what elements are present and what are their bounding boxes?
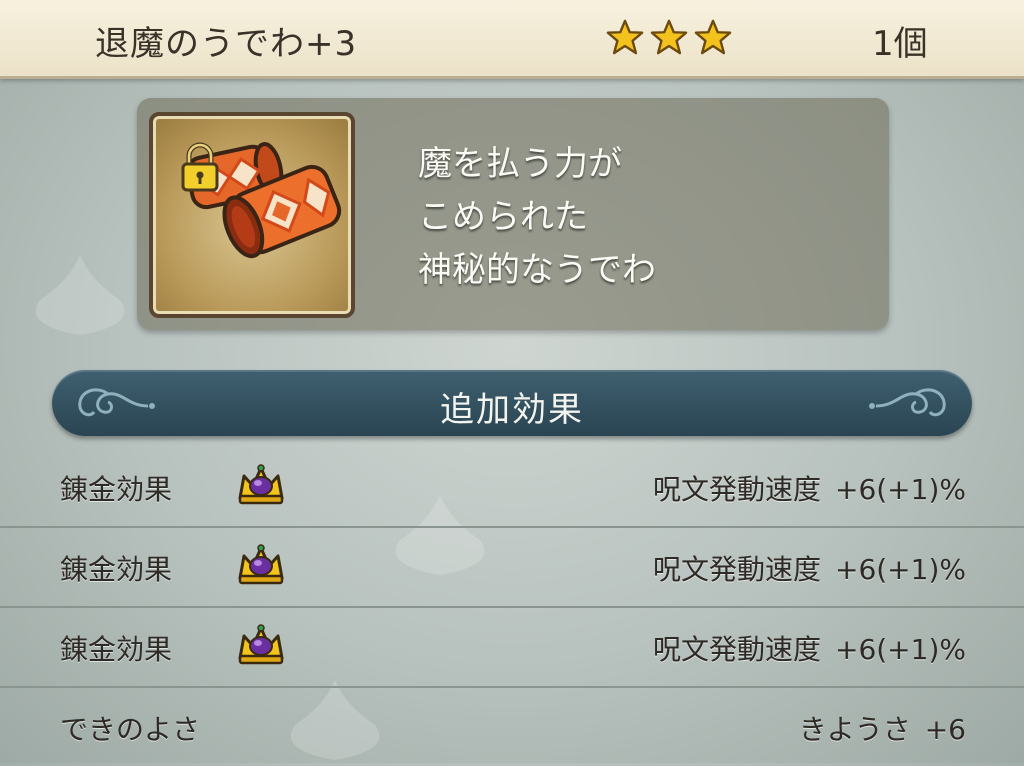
description-line: 魔を払う力が [418, 144, 622, 184]
item-description: 魔を払う力が こめられた 神秘的なうでわ [418, 138, 858, 297]
quality-row: できのよさ きようさ +6 [0, 686, 1024, 766]
lock-icon [181, 142, 219, 192]
effect-stat: 呪文発動速度 +6(+1)% [653, 468, 966, 508]
description-line: こめられた [418, 197, 588, 237]
section-title: 追加効果 [440, 390, 584, 430]
description-line: 神秘的なうでわ [418, 250, 656, 290]
effect-label: 錬金効果 [60, 553, 173, 586]
stat-name: 呪文発動速度 [652, 473, 821, 506]
stat-value: +6(+1)% [834, 473, 966, 506]
stat-value: +6 [924, 713, 966, 746]
effect-row: 錬金効果 呪文発動速度 +6(+1)% [0, 446, 1024, 528]
stat-name: きようさ [798, 713, 911, 746]
stat-name: 呪文発動速度 [652, 633, 821, 666]
alchemy-crown-icon [238, 624, 284, 665]
rarity-stars [606, 18, 732, 56]
right-flourish-icon [869, 388, 946, 417]
effect-stat: 呪文発動速度 +6(+1)% [653, 628, 966, 668]
stat-value: +6(+1)% [834, 633, 966, 666]
effect-row: 錬金効果 呪文発動速度 +6(+1)% [0, 526, 1024, 608]
alchemy-crown-icon [238, 464, 284, 505]
quality-label: できのよさ [60, 713, 201, 746]
background-slime-motif [35, 255, 125, 335]
rarity-star-icon [694, 19, 732, 55]
effect-label: 錬金効果 [60, 633, 173, 666]
item-header: 退魔のうでわ+3 1個 [0, 0, 1024, 79]
item-name: 退魔のうでわ+3 [95, 24, 358, 64]
effect-stat: 呪文発動速度 +6(+1)% [653, 548, 966, 588]
alchemy-crown-icon [238, 544, 284, 585]
rarity-star-icon [650, 19, 688, 55]
stat-name: 呪文発動速度 [652, 553, 821, 586]
additional-effects-banner: 追加効果 [52, 370, 972, 436]
effect-label: 錬金効果 [60, 473, 173, 506]
quality-stat: きようさ +6 [799, 708, 966, 748]
effect-row: 錬金効果 呪文発動速度 +6(+1)% [0, 606, 1024, 688]
stat-value: +6(+1)% [834, 553, 966, 586]
rarity-star-icon [606, 19, 644, 55]
item-count: 1個 [872, 24, 928, 64]
